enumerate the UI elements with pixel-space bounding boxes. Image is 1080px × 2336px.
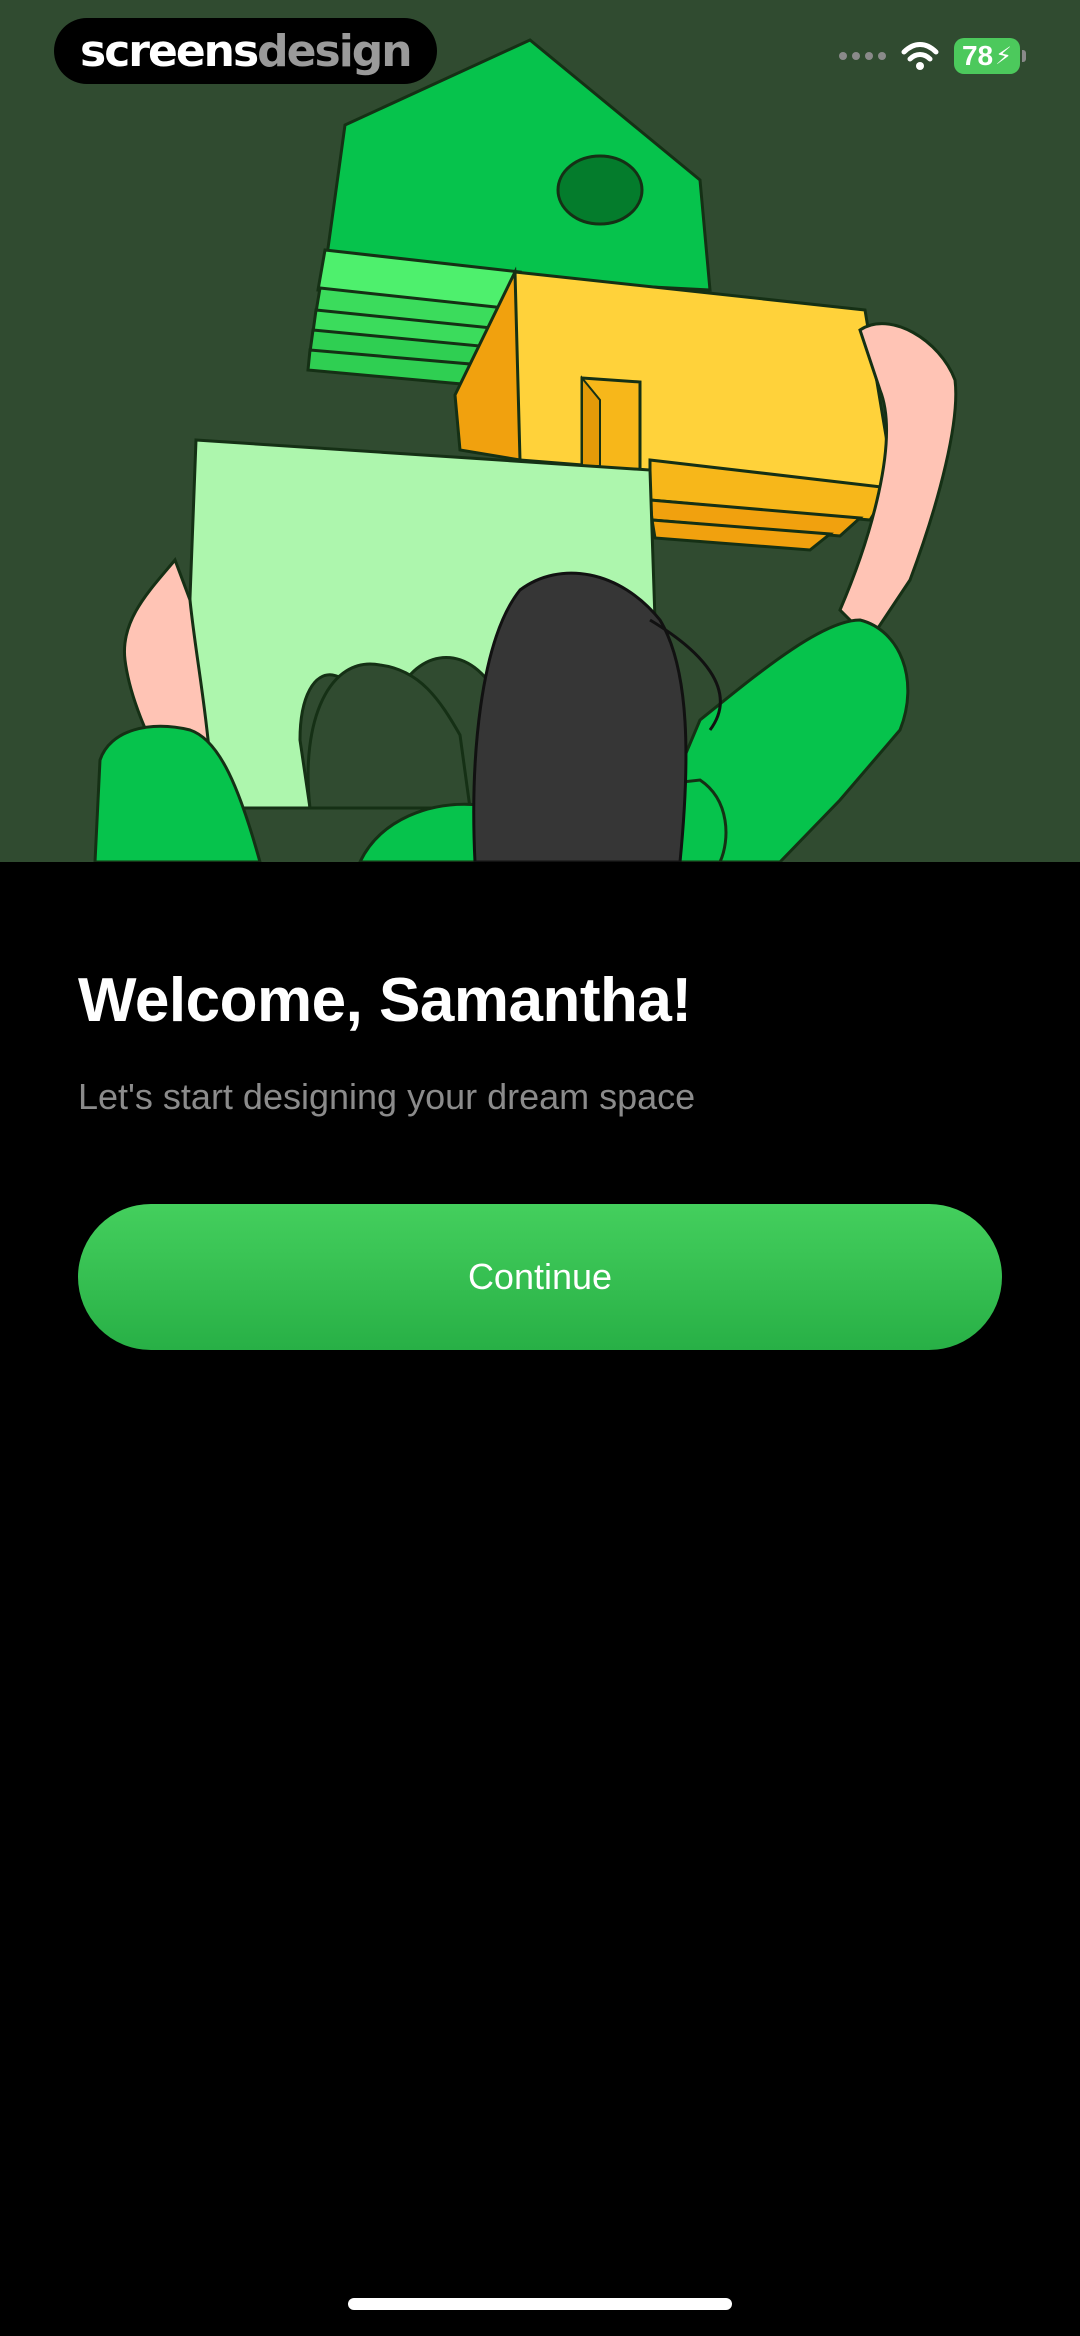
battery-level: 78 — [961, 40, 994, 71]
status-bar: 78 ⚡ — [838, 38, 1026, 74]
hero-illustration — [0, 0, 1080, 862]
wifi-icon — [901, 42, 939, 70]
green-house-window — [556, 154, 644, 226]
brand-part2: design — [257, 25, 412, 77]
illustration-svg — [93, 38, 958, 862]
welcome-subtitle: Let's start designing your dream space — [78, 1076, 696, 1117]
yellow-block-front — [513, 270, 897, 492]
home-indicator[interactable] — [348, 2298, 732, 2310]
hair — [472, 571, 688, 862]
signal-dots-icon — [838, 52, 886, 60]
brand-watermark: screens design — [54, 18, 437, 84]
bolt-icon: ⚡ — [995, 42, 1012, 70]
continue-button[interactable]: Continue — [78, 1204, 1002, 1350]
battery-indicator: 78 ⚡ — [953, 38, 1026, 74]
welcome-title: Welcome, Samantha! — [78, 966, 692, 1035]
brand-part1: screens — [80, 25, 259, 77]
